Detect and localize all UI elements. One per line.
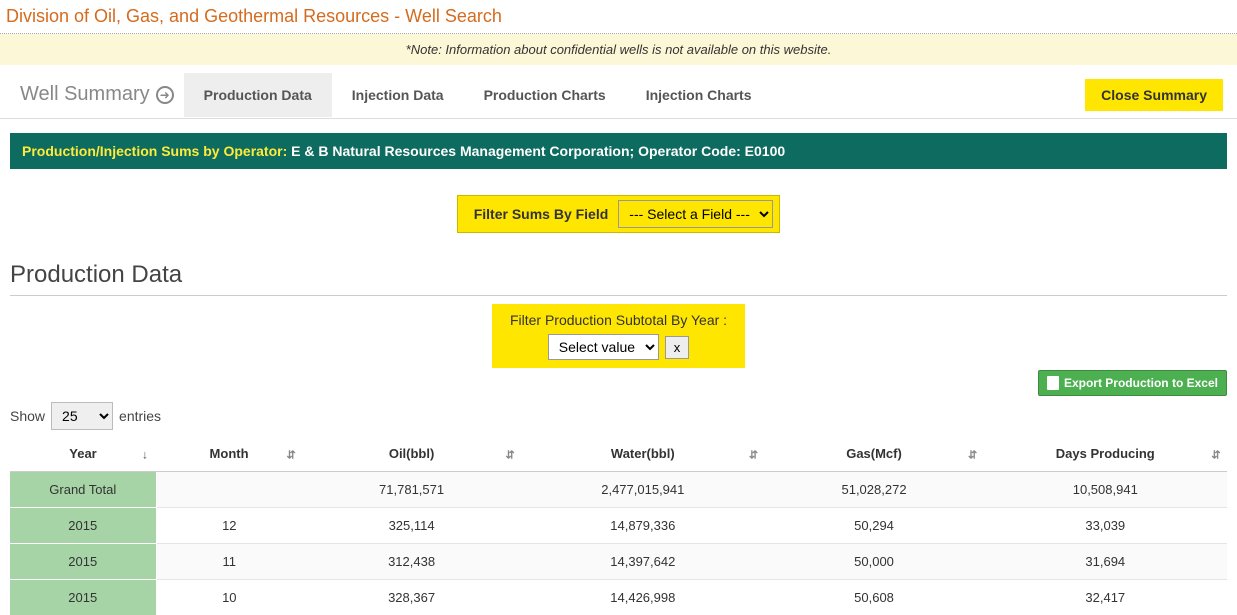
cell-gas: 51,028,272 — [765, 472, 984, 508]
tabs: Production Data Injection Data Productio… — [184, 73, 772, 117]
cell-gas: 50,294 — [765, 508, 984, 544]
cell-oil: 328,367 — [302, 580, 521, 615]
close-summary-button[interactable]: Close Summary — [1085, 79, 1223, 111]
subtotal-year-select[interactable]: Select value — [548, 334, 659, 360]
sort-icon — [286, 446, 296, 461]
production-table: Year Month Oil(bbl) Water(bbl) Gas(Mcf) … — [10, 436, 1227, 615]
col-gas[interactable]: Gas(Mcf) — [765, 436, 984, 472]
tab-injection-data[interactable]: Injection Data — [332, 73, 464, 117]
subtotal-label: Filter Production Subtotal By Year : — [510, 308, 727, 334]
table-header-row: Year Month Oil(bbl) Water(bbl) Gas(Mcf) … — [10, 436, 1227, 472]
col-days[interactable]: Days Producing — [984, 436, 1227, 472]
tab-injection-charts[interactable]: Injection Charts — [626, 73, 772, 117]
col-gas-label: Gas(Mcf) — [846, 446, 902, 461]
section-title: Production Data — [10, 261, 1227, 296]
show-entries-select[interactable]: 25 — [51, 402, 113, 430]
cell-water: 14,879,336 — [521, 508, 764, 544]
well-summary-label: Well Summary — [20, 83, 150, 106]
cell-water: 2,477,015,941 — [521, 472, 764, 508]
cell-days: 32,417 — [984, 580, 1227, 615]
col-water[interactable]: Water(bbl) — [521, 436, 764, 472]
circle-arrow-icon: ➜ — [156, 86, 174, 104]
sort-icon — [1211, 446, 1221, 461]
col-days-label: Days Producing — [1056, 446, 1155, 461]
page-title: Division of Oil, Gas, and Geothermal Res… — [0, 0, 1237, 34]
show-entries-prefix: Show — [10, 408, 45, 424]
cell-year: Grand Total — [10, 472, 156, 508]
export-excel-button[interactable]: Export Production to Excel — [1038, 370, 1227, 396]
sort-desc-icon — [140, 446, 150, 461]
cell-oil: 325,114 — [302, 508, 521, 544]
subtotal-wrap: Filter Production Subtotal By Year : Sel… — [492, 304, 745, 368]
operator-banner: Production/Injection Sums by Operator: E… — [10, 133, 1227, 169]
show-entries: Show 25 entries — [10, 402, 1227, 430]
col-month[interactable]: Month — [156, 436, 302, 472]
sort-icon — [968, 446, 978, 461]
col-year-label: Year — [69, 446, 96, 461]
filter-field-row: Filter Sums By Field --- Select a Field … — [0, 195, 1237, 233]
table-row: Grand Total 71,781,571 2,477,015,941 51,… — [10, 472, 1227, 508]
tab-row: Well Summary ➜ Production Data Injection… — [0, 71, 1237, 119]
operator-banner-label: Production/Injection Sums by Operator: — [22, 143, 287, 159]
sort-icon — [749, 446, 759, 461]
well-summary-heading: Well Summary ➜ — [10, 71, 184, 118]
col-oil[interactable]: Oil(bbl) — [302, 436, 521, 472]
cell-days: 10,508,941 — [984, 472, 1227, 508]
subtotal-row: Filter Production Subtotal By Year : Sel… — [0, 304, 1237, 368]
export-row: Export Production to Excel — [10, 370, 1227, 396]
cell-month: 10 — [156, 580, 302, 615]
operator-banner-value: E & B Natural Resources Management Corpo… — [287, 143, 785, 159]
cell-water: 14,426,998 — [521, 580, 764, 615]
filter-field-wrap: Filter Sums By Field --- Select a Field … — [457, 195, 781, 233]
table-row: 2015 10 328,367 14,426,998 50,608 32,417 — [10, 580, 1227, 615]
subtotal-clear-button[interactable]: x — [665, 336, 690, 359]
col-oil-label: Oil(bbl) — [389, 446, 435, 461]
cell-year: 2015 — [10, 580, 156, 615]
cell-month: 12 — [156, 508, 302, 544]
tab-production-charts[interactable]: Production Charts — [464, 73, 626, 117]
confidential-note: *Note: Information about confidential we… — [0, 34, 1237, 65]
tab-production-data[interactable]: Production Data — [184, 73, 332, 117]
filter-field-label: Filter Sums By Field — [464, 200, 619, 228]
filter-field-select[interactable]: --- Select a Field --- — [618, 200, 773, 228]
table-row: 2015 12 325,114 14,879,336 50,294 33,039 — [10, 508, 1227, 544]
cell-oil: 71,781,571 — [302, 472, 521, 508]
cell-gas: 50,608 — [765, 580, 984, 615]
excel-icon — [1047, 376, 1059, 390]
export-label: Export Production to Excel — [1064, 376, 1218, 390]
cell-days: 33,039 — [984, 508, 1227, 544]
sort-icon — [505, 446, 515, 461]
show-entries-suffix: entries — [119, 408, 161, 424]
col-year[interactable]: Year — [10, 436, 156, 472]
cell-month — [156, 472, 302, 508]
cell-year: 2015 — [10, 508, 156, 544]
col-water-label: Water(bbl) — [611, 446, 675, 461]
col-month-label: Month — [210, 446, 249, 461]
